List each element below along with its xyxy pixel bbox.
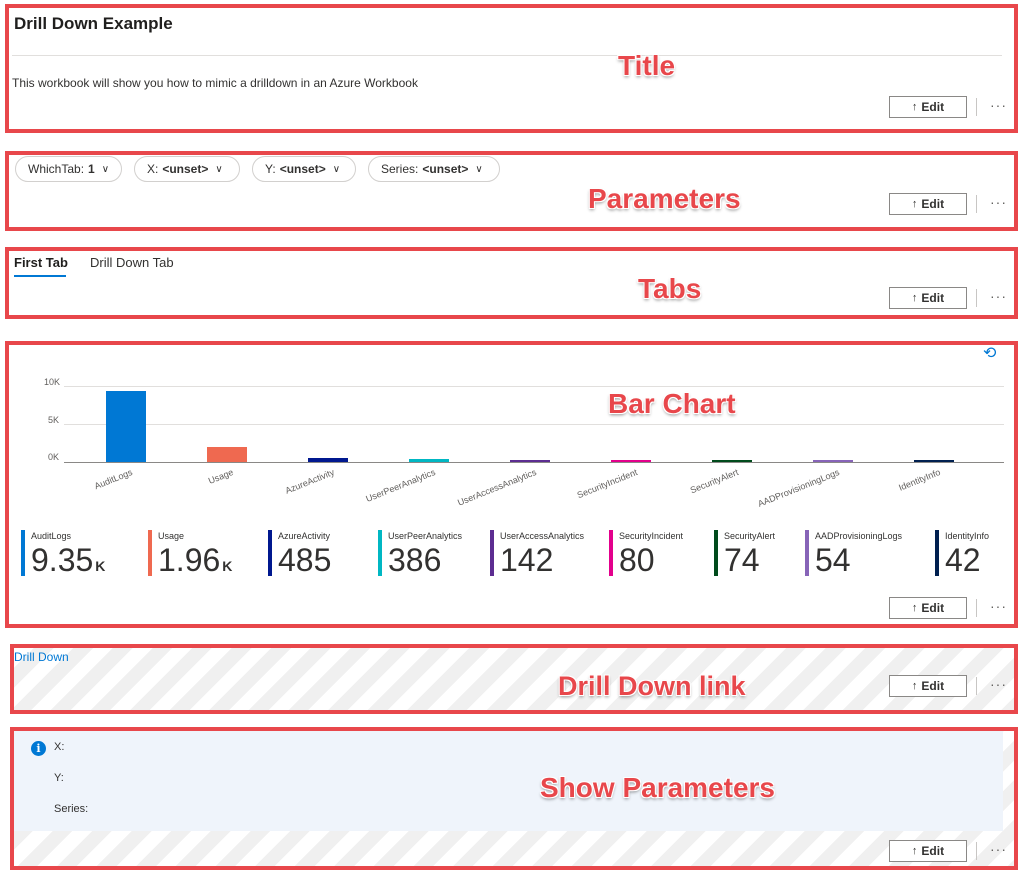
tile-value: 485 xyxy=(278,542,332,578)
tile-azureactivity[interactable]: AzureActivity 485 xyxy=(268,530,332,578)
bar-securityincident[interactable] xyxy=(611,460,651,462)
bar-identityinfo[interactable] xyxy=(914,460,954,462)
drill-down-link[interactable]: Drill Down xyxy=(14,650,69,664)
drill-down-separator xyxy=(976,677,977,695)
arrow-up-icon: ↑ xyxy=(911,602,918,614)
param-series-label: Series: xyxy=(54,803,89,815)
tab-drill-down[interactable]: Drill Down Tab xyxy=(90,255,174,270)
param-y-label: Y: xyxy=(54,772,64,784)
info-panel xyxy=(14,731,1003,831)
x-axis-line xyxy=(64,462,1004,463)
tile-aadprovisioninglogs[interactable]: AADProvisioningLogs 54 xyxy=(805,530,903,578)
tile-label: IdentityInfo xyxy=(945,531,990,541)
bar-useraccessanalytics[interactable] xyxy=(510,460,550,462)
tile-securityalert[interactable]: SecurityAlert 74 xyxy=(714,530,776,578)
chevron-down-icon: ∨ xyxy=(332,163,341,175)
tile-userpeeranalytics[interactable]: UserPeerAnalytics 386 xyxy=(378,530,463,578)
drill-down-more-icon[interactable]: ··· xyxy=(990,676,1007,692)
title-divider xyxy=(12,55,1002,56)
workbook-title: Drill Down Example xyxy=(14,14,173,33)
annotation-parameters: Parameters xyxy=(588,183,741,214)
chevron-down-icon: ∨ xyxy=(101,163,110,175)
param-x-label: X: xyxy=(54,741,65,753)
bar-auditlogs[interactable] xyxy=(106,391,146,462)
title-edit-button[interactable]: ↑ Edit xyxy=(889,96,967,118)
show-params-separator xyxy=(976,842,977,860)
tile-unit: K xyxy=(95,558,106,574)
parameters-separator xyxy=(976,195,977,213)
chevron-down-icon: ∨ xyxy=(475,163,483,175)
tile-securityincident[interactable]: SecurityIncident 80 xyxy=(609,530,684,578)
tabs-separator xyxy=(976,289,977,307)
tile-useraccessanalytics[interactable]: UserAccessAnalytics 142 xyxy=(490,530,585,578)
parameters-more-icon[interactable]: ··· xyxy=(990,194,1007,210)
arrow-up-icon: ↑ xyxy=(911,680,918,692)
bar-usage[interactable] xyxy=(207,447,247,462)
bar-aadprovisioninglogs[interactable] xyxy=(813,460,853,462)
tile-value: 142 xyxy=(500,542,554,578)
title-separator xyxy=(976,98,977,116)
chart-edit-button[interactable]: ↑ Edit xyxy=(889,597,967,619)
chart-separator xyxy=(976,599,977,617)
y-tick-5k: 5K xyxy=(48,415,60,425)
chart-more-icon[interactable]: ··· xyxy=(990,598,1007,614)
arrow-up-icon: ↑ xyxy=(911,292,918,304)
param-series[interactable]: Series: <unset> ∨ xyxy=(368,156,500,182)
tile-label: SecurityIncident xyxy=(619,531,684,541)
annotation-title: Title xyxy=(618,50,676,81)
drill-down-section xyxy=(10,644,1018,714)
tile-value: 1.96 xyxy=(158,542,221,578)
annotation-bar-chart: Bar Chart xyxy=(608,388,736,419)
tabs-more-icon[interactable]: ··· xyxy=(990,288,1007,304)
tile-label: AADProvisioningLogs xyxy=(815,531,903,541)
tile-value: 74 xyxy=(724,542,760,578)
drill-down-edit-button[interactable]: ↑ Edit xyxy=(889,675,967,697)
tile-label: AzureActivity xyxy=(278,531,331,541)
bar-azureactivity[interactable] xyxy=(308,458,348,462)
title-more-icon[interactable]: ··· xyxy=(990,97,1007,113)
tabs-edit-button[interactable]: ↑ Edit xyxy=(889,287,967,309)
annotation-drill-down: Drill Down link xyxy=(558,671,746,701)
tile-value: 9.35 xyxy=(31,542,94,578)
param-y[interactable]: Y: <unset> ∨ xyxy=(252,156,356,182)
tile-value: 42 xyxy=(945,542,981,578)
arrow-up-icon: ↑ xyxy=(911,101,918,113)
undo-icon[interactable]: ⟲ xyxy=(983,343,996,363)
param-x[interactable]: X: <unset> ∨ xyxy=(134,156,240,182)
grid-line-10k xyxy=(64,386,1004,387)
param-whichtab[interactable]: WhichTab: 1 ∨ xyxy=(15,156,122,182)
tile-auditlogs[interactable]: AuditLogs 9.35 K xyxy=(21,530,106,578)
info-icon: i xyxy=(31,741,46,756)
y-tick-0k: 0K xyxy=(48,452,60,462)
annotation-show-params: Show Parameters xyxy=(540,772,775,803)
annotation-tabs: Tabs xyxy=(638,273,702,304)
tile-identityinfo[interactable]: IdentityInfo 42 xyxy=(935,530,990,578)
chevron-down-icon: ∨ xyxy=(215,163,223,175)
tile-value: 54 xyxy=(815,542,851,578)
tile-unit: K xyxy=(222,558,233,574)
tile-value: 386 xyxy=(388,542,442,578)
arrow-up-icon: ↑ xyxy=(911,198,918,210)
tab-first-underline xyxy=(14,275,66,277)
tile-usage[interactable]: Usage 1.96 K xyxy=(148,530,233,578)
tile-label: UserAccessAnalytics xyxy=(500,531,585,541)
tab-first[interactable]: First Tab xyxy=(14,255,68,270)
bar-userpeeranalytics[interactable] xyxy=(409,459,449,462)
bar-securityalert[interactable] xyxy=(712,460,752,462)
workbook-description: This workbook will show you how to mimic… xyxy=(12,76,418,90)
tile-label: SecurityAlert xyxy=(724,531,776,541)
show-params-more-icon[interactable]: ··· xyxy=(990,841,1007,857)
tile-value: 80 xyxy=(619,542,655,578)
show-params-edit-button[interactable]: ↑ Edit xyxy=(889,840,967,862)
tile-label: Usage xyxy=(158,531,185,541)
grid-line-5k xyxy=(64,424,1004,425)
parameters-edit-button[interactable]: ↑ Edit xyxy=(889,193,967,215)
arrow-up-icon: ↑ xyxy=(911,845,918,857)
y-tick-10k: 10K xyxy=(44,377,61,387)
tile-label: UserPeerAnalytics xyxy=(388,531,463,541)
tile-label: AuditLogs xyxy=(31,531,72,541)
